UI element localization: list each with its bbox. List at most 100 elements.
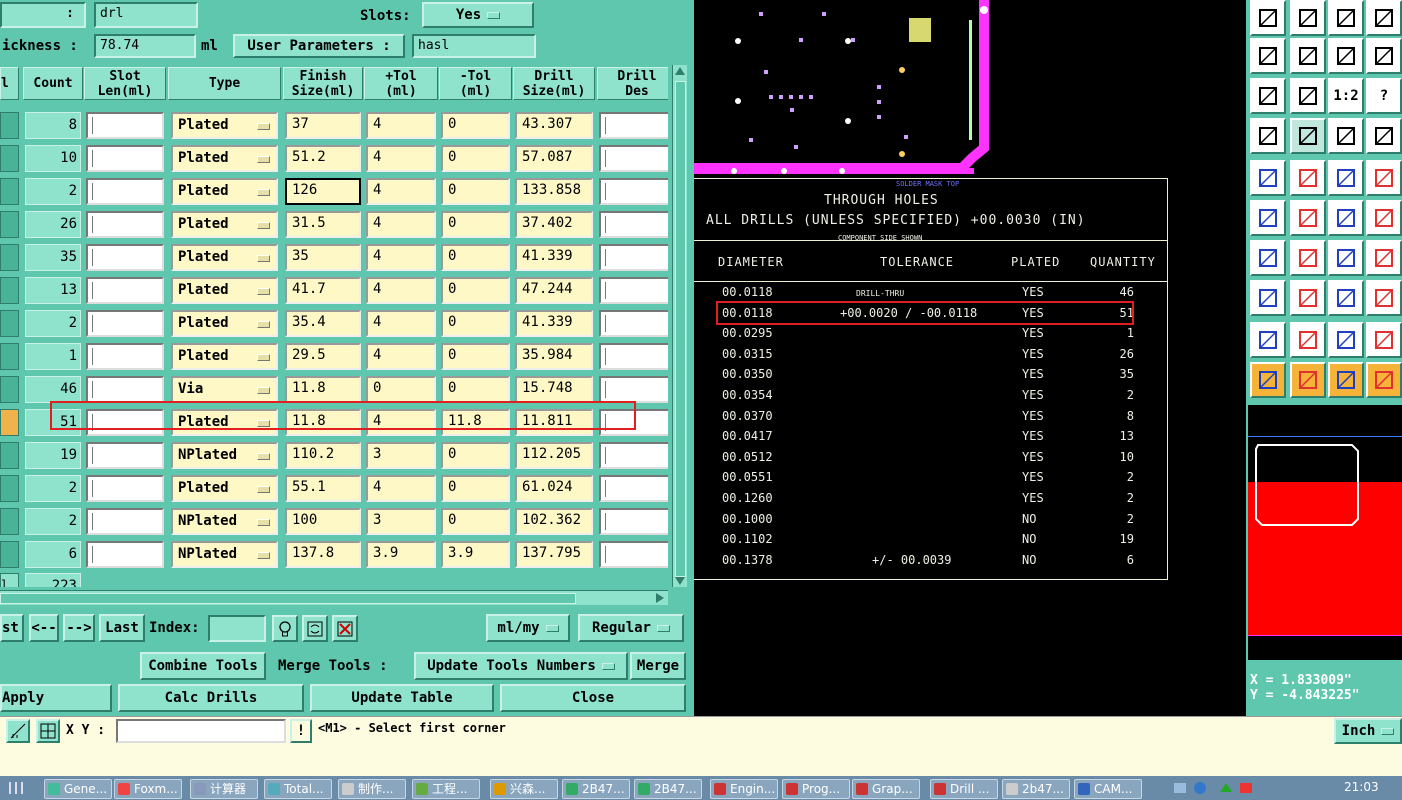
slot-length-input[interactable]	[86, 310, 164, 337]
plus-tol-input[interactable]: 3.9	[366, 541, 436, 568]
finish-size-input[interactable]: 137.8	[285, 541, 361, 568]
table-row[interactable]: 2 Plated 35.4 4 0 41.339	[0, 307, 668, 340]
finish-size-input[interactable]: 126	[285, 178, 361, 205]
plus-tol-input[interactable]: 4	[366, 145, 436, 172]
drill-des-input[interactable]	[599, 178, 668, 205]
plus-tol-input[interactable]: 4	[366, 178, 436, 205]
row-selector[interactable]	[0, 409, 19, 436]
row-selector[interactable]	[0, 310, 19, 337]
slash-icon[interactable]	[1290, 240, 1326, 276]
reload-icon[interactable]	[302, 615, 328, 642]
route-icon[interactable]	[1366, 362, 1402, 398]
drill-des-input[interactable]	[599, 442, 668, 469]
drill-size-input[interactable]: 15.748	[515, 376, 593, 403]
row-selector[interactable]	[0, 244, 19, 271]
slot-length-input[interactable]	[86, 508, 164, 535]
row-selector[interactable]	[0, 178, 19, 205]
slot-length-input[interactable]	[86, 211, 164, 238]
bulb-icon[interactable]	[272, 615, 298, 642]
layer-name-input[interactable]: drl	[94, 2, 198, 28]
scroll-thumb[interactable]	[675, 81, 686, 577]
table-row[interactable]: 35 Plated 35 4 0 41.339	[0, 241, 668, 274]
ruler-icon[interactable]	[6, 719, 30, 743]
type-option-menu[interactable]: NPlated	[171, 508, 278, 535]
minus-icon[interactable]	[1290, 280, 1326, 316]
taskbar-item[interactable]: 制作...	[338, 779, 406, 799]
table-horizontal-scrollbar[interactable]	[0, 590, 668, 605]
slot-length-input[interactable]	[86, 244, 164, 271]
taskbar-item[interactable]: 工程...	[412, 779, 480, 799]
plus-tol-input[interactable]: 4	[366, 409, 436, 436]
pan-left-icon[interactable]	[1250, 38, 1286, 74]
pick-icon[interactable]	[1250, 280, 1286, 316]
drill-size-input[interactable]: 47.244	[515, 277, 593, 304]
type-option-menu[interactable]: NPlated	[171, 541, 278, 568]
slot-length-input[interactable]	[86, 376, 164, 403]
type-option-menu[interactable]: Plated	[171, 211, 278, 238]
taskbar-item[interactable]: 兴森...	[490, 779, 558, 799]
plus-tol-input[interactable]: 4	[366, 244, 436, 271]
row-selector[interactable]	[0, 376, 19, 403]
row-selector[interactable]	[0, 145, 19, 172]
drill-size-input[interactable]: 102.362	[515, 508, 593, 535]
drill-size-input[interactable]: 35.984	[515, 343, 593, 370]
drill-size-input[interactable]: 11.811	[515, 409, 593, 436]
drill-des-input[interactable]	[599, 475, 668, 502]
scroll-down-arrow-icon[interactable]	[675, 577, 685, 585]
drill-size-input[interactable]: 41.339	[515, 310, 593, 337]
pan-right-icon[interactable]	[1290, 38, 1326, 74]
slot-length-input[interactable]	[86, 277, 164, 304]
drill-size-input[interactable]: 61.024	[515, 475, 593, 502]
row-selector[interactable]	[0, 541, 19, 568]
drill-des-input[interactable]	[599, 310, 668, 337]
tray-icons[interactable]	[1170, 780, 1260, 796]
taskbar-item[interactable]: Drill ...	[930, 779, 998, 799]
plus-tol-input[interactable]: 3	[366, 508, 436, 535]
row-selector[interactable]	[0, 277, 19, 304]
thickness-input[interactable]: 78.74	[94, 34, 196, 58]
minus-tol-input[interactable]: 0	[441, 508, 510, 535]
row-selector[interactable]	[0, 508, 19, 535]
user-parameters-input[interactable]: hasl	[412, 34, 536, 58]
snap-alt-icon[interactable]	[1366, 118, 1402, 154]
type-option-menu[interactable]: Plated	[171, 310, 278, 337]
update-table-button[interactable]: Update Table	[310, 684, 494, 712]
taskbar-item[interactable]: Prog...	[782, 779, 850, 799]
minus-tol-input[interactable]: 11.8	[441, 409, 510, 436]
quick-launch-icon[interactable]	[6, 780, 34, 796]
plus-tol-input[interactable]: 4	[366, 112, 436, 139]
finish-size-input[interactable]: 110.2	[285, 442, 361, 469]
type-option-menu[interactable]: Plated	[171, 409, 278, 436]
slot-length-input[interactable]	[86, 343, 164, 370]
slot-length-input[interactable]	[86, 112, 164, 139]
apply-button[interactable]: Apply	[0, 684, 112, 712]
scale-icon[interactable]: 1:2	[1328, 78, 1364, 114]
circle-icon[interactable]	[1366, 160, 1402, 196]
drill-des-input[interactable]	[599, 244, 668, 271]
drill-size-input[interactable]: 137.795	[515, 541, 593, 568]
drill-des-input[interactable]	[599, 277, 668, 304]
first-button[interactable]: st	[0, 614, 24, 642]
help-icon[interactable]: ?	[1366, 78, 1402, 114]
taskbar-item[interactable]: 计算器	[190, 779, 258, 799]
table-row[interactable]: 46 Via 11.8 0 0 15.748	[0, 373, 668, 406]
ruler-icon[interactable]	[1328, 160, 1364, 196]
connect-icon[interactable]	[1250, 200, 1286, 236]
finish-size-input[interactable]: 100	[285, 508, 361, 535]
xy-input[interactable]	[116, 719, 286, 743]
drill-des-input[interactable]	[599, 541, 668, 568]
minus-tol-input[interactable]: 0	[441, 112, 510, 139]
minus-tol-input[interactable]: 3.9	[441, 541, 510, 568]
grid-icon[interactable]	[36, 719, 60, 743]
taskbar-item[interactable]: Grap...	[852, 779, 920, 799]
minus-tol-input[interactable]: 0	[441, 343, 510, 370]
table-row[interactable]: 2 Plated 55.1 4 0 61.024	[0, 472, 668, 505]
row-selector[interactable]	[0, 475, 19, 502]
line-icon[interactable]	[1290, 160, 1326, 196]
minus-tol-input[interactable]: 0	[441, 178, 510, 205]
finish-size-input[interactable]: 29.5	[285, 343, 361, 370]
cross-icon[interactable]	[1290, 200, 1326, 236]
triangle-up-icon[interactable]	[1328, 322, 1364, 358]
table-row[interactable]: 1 Plated 29.5 4 0 35.984	[0, 340, 668, 373]
arc-alt-icon[interactable]	[1366, 200, 1402, 236]
